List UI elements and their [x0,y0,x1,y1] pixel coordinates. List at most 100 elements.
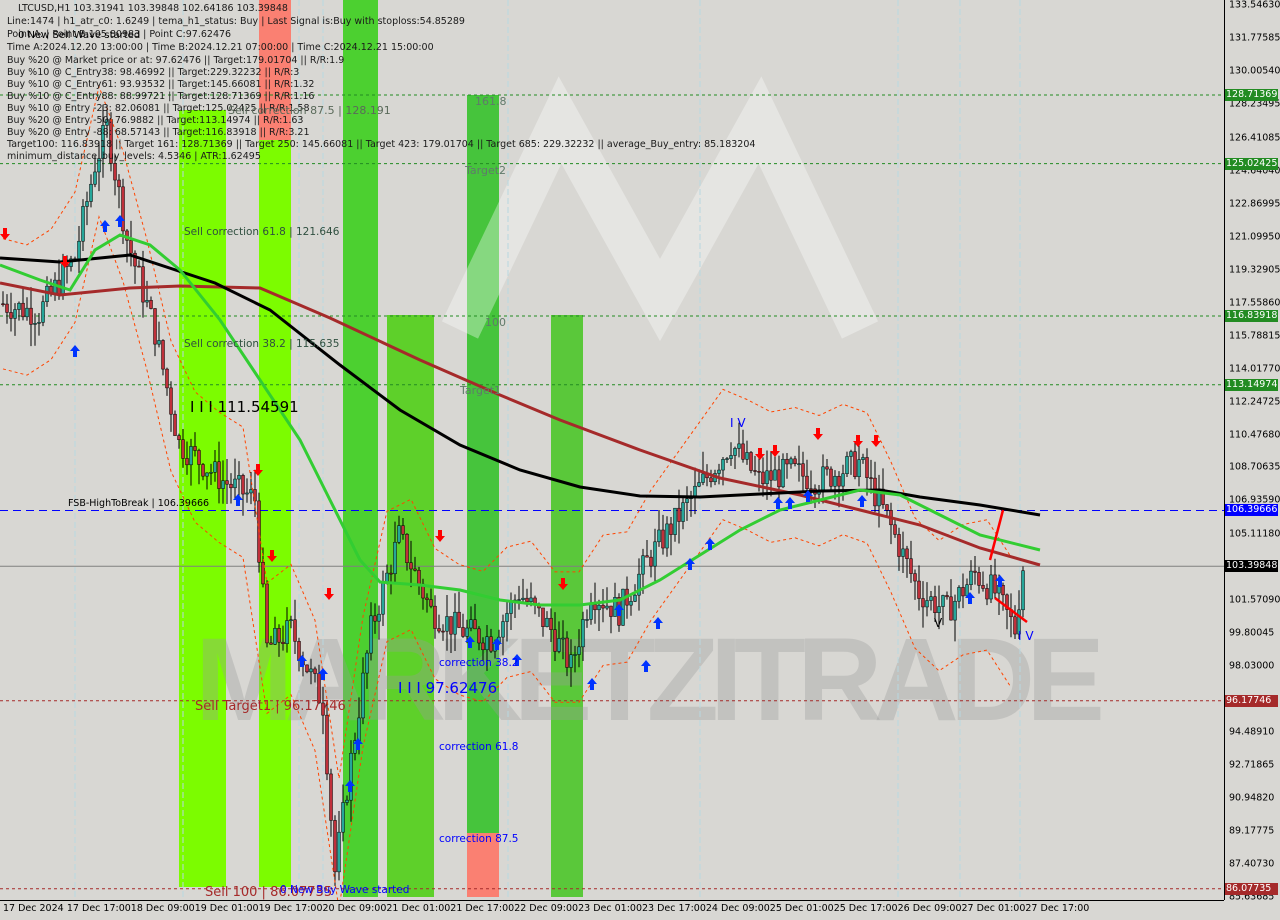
candle [377,613,381,622]
candle [9,312,13,319]
level-price-tag: 125.02425 [1225,157,1278,170]
time-tick-label: 21 Dec 01:00 [386,903,451,914]
candle [937,606,941,613]
sell-arrow-icon [0,228,10,240]
candle [457,611,461,628]
candle [309,668,313,673]
candle [77,240,81,259]
candle [897,534,901,557]
candle [413,568,417,571]
candle [365,652,369,674]
candle [857,459,861,477]
price-tick-label: 101.57090 [1229,594,1280,606]
candle [389,572,393,575]
candle [645,555,649,558]
candle [921,598,925,608]
candle [41,301,45,323]
level-price-tag: 96.17746 [1225,694,1278,707]
time-tick-label: 25 Dec 17:00 [833,903,898,914]
candle [829,468,833,487]
candle [237,475,241,480]
candle [273,628,277,645]
candle [397,525,401,543]
target1-label: Target1 [460,384,502,397]
candle [117,179,121,188]
time-axis-line [0,900,1224,901]
candle [373,615,377,622]
candle [137,265,141,268]
candle [869,477,873,479]
buy-arrow-icon [70,345,80,357]
candle [593,604,597,611]
candle [797,463,801,465]
candle [641,555,645,575]
candle [325,714,329,775]
candle [809,488,813,490]
price-tick-label: 122.86995 [1229,198,1280,210]
candle [349,752,353,801]
candle [777,469,781,488]
wave-iv-label: I V [730,416,746,430]
candle [313,668,317,674]
candle [949,596,953,621]
price-tick-label: 98.03000 [1229,660,1275,672]
candle [281,641,285,644]
candle [453,611,457,635]
candle [581,619,585,648]
candle [941,595,945,607]
candle [465,627,469,637]
time-tick-label: 17 Dec 2024 [3,903,64,914]
candle [501,621,505,638]
candle [861,457,865,460]
price-tick-label: 92.71865 [1229,759,1275,771]
candle [381,582,385,615]
candle [205,472,209,477]
candle [773,469,777,481]
candle [405,533,409,563]
buy-arrow-icon [773,497,783,509]
price-tick-label: 131.77585 [1229,32,1280,44]
wave-level-buy-label: I I I 97.62476 [398,679,498,697]
candle [601,604,605,609]
candle [953,600,957,621]
candle [917,580,921,599]
candle [441,630,445,633]
candle [821,466,825,493]
sell-arrow-icon [871,435,881,447]
candle [461,627,465,637]
time-tick-label: 23 Dec 17:00 [642,903,706,914]
candle [525,597,529,603]
candle [893,524,897,535]
candle [393,541,397,575]
candle [853,451,857,477]
price-tick-label: 110.47680 [1229,429,1280,441]
candle [725,458,729,460]
candle [657,529,661,543]
candle [333,820,337,873]
candle [569,654,573,668]
candle [717,469,721,474]
candle [805,475,809,489]
candle [973,570,977,573]
candle [697,482,701,487]
candle [969,570,973,585]
candle [213,461,217,473]
candle [633,594,637,602]
candle [733,448,737,456]
candle [429,599,433,607]
candle [505,613,509,622]
candle [629,601,633,606]
candle [685,498,689,503]
signal-band [259,140,291,887]
candle [29,307,33,325]
buy-arrow-icon [857,495,867,507]
candle [265,583,269,644]
candle [409,562,413,570]
candle [269,642,273,645]
info-line: Buy %20 @ Market price or at: 97.62476 |… [7,55,345,66]
candle [729,455,733,459]
time-tick-label: 26 Dec 09:00 [897,903,962,914]
price-tick-label: 87.40730 [1229,858,1275,870]
candle [825,466,829,470]
candle [233,478,237,489]
